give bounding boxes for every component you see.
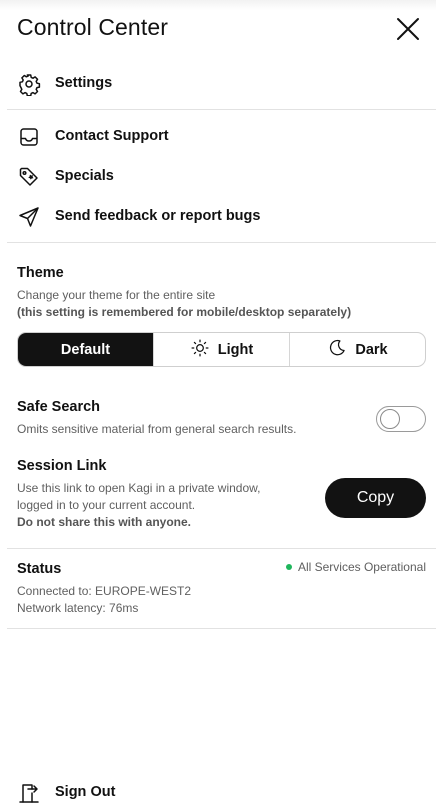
send-icon bbox=[17, 205, 41, 229]
divider bbox=[7, 628, 436, 629]
page-title: Control Center bbox=[17, 14, 168, 40]
divider bbox=[7, 109, 436, 110]
theme-option-dark-label: Dark bbox=[355, 341, 388, 358]
toggle-knob bbox=[380, 409, 400, 429]
feedback-menu-item[interactable]: Send feedback or report bugs bbox=[0, 196, 436, 236]
contact-support-menu-item[interactable]: Contact Support bbox=[0, 116, 436, 156]
status-title: Status bbox=[17, 561, 62, 577]
sign-out-button[interactable]: Sign Out bbox=[0, 772, 436, 810]
theme-description: Change your theme for the entire site bbox=[17, 288, 216, 302]
theme-option-default[interactable]: Default bbox=[18, 333, 153, 366]
status-indicator-text: All Services Operational bbox=[297, 560, 426, 574]
sun-icon bbox=[190, 338, 210, 362]
settings-label: Settings bbox=[55, 75, 113, 91]
theme-option-light-label: Light bbox=[217, 341, 254, 358]
session-link-description-1: Use this link to open Kagi in a private … bbox=[17, 481, 261, 495]
session-link-description-2: logged in to your current account. bbox=[17, 498, 196, 512]
header: Control Center bbox=[0, 0, 436, 60]
copy-button[interactable]: Copy bbox=[325, 478, 426, 518]
theme-note: (this setting is remembered for mobile/d… bbox=[17, 305, 352, 319]
theme-option-light[interactable]: Light bbox=[153, 333, 289, 366]
status-indicator: All Services Operational bbox=[285, 560, 426, 574]
status-connected: Connected to: EUROPE-WEST2 bbox=[17, 584, 192, 598]
theme-title: Theme bbox=[17, 265, 64, 281]
sign-out-label: Sign Out bbox=[55, 784, 116, 800]
contact-support-label: Contact Support bbox=[55, 128, 169, 144]
status-latency: Network latency: 76ms bbox=[17, 601, 139, 615]
specials-menu-item[interactable]: Specials bbox=[0, 156, 436, 196]
sign-out-icon bbox=[17, 781, 41, 805]
session-link-warning: Do not share this with anyone. bbox=[17, 515, 192, 529]
divider bbox=[7, 242, 436, 243]
tag-icon bbox=[17, 165, 41, 189]
close-icon[interactable] bbox=[394, 15, 422, 43]
divider bbox=[7, 548, 436, 549]
theme-option-dark[interactable]: Dark bbox=[289, 333, 425, 366]
safe-search-description: Omits sensitive material from general se… bbox=[17, 422, 297, 436]
moon-icon bbox=[327, 338, 347, 362]
theme-selector: Default Light Dark bbox=[17, 332, 426, 367]
settings-menu-item[interactable]: Settings bbox=[0, 63, 436, 103]
session-link-title: Session Link bbox=[17, 458, 107, 474]
safe-search-toggle[interactable] bbox=[376, 406, 426, 432]
feedback-label: Send feedback or report bugs bbox=[55, 208, 261, 224]
theme-option-default-label: Default bbox=[60, 341, 111, 358]
inbox-icon bbox=[17, 125, 41, 149]
specials-label: Specials bbox=[55, 168, 114, 184]
safe-search-title: Safe Search bbox=[17, 399, 101, 415]
status-dot-icon bbox=[285, 564, 292, 570]
gear-icon bbox=[17, 72, 41, 97]
